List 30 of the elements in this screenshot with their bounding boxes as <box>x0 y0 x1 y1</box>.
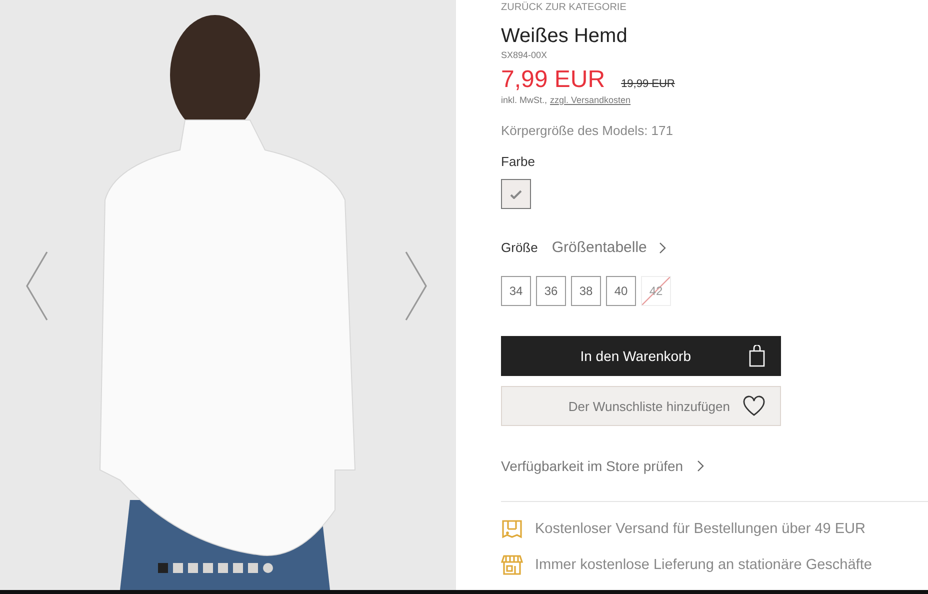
wishlist-button[interactable]: Der Wunschliste hinzufügen <box>501 386 781 426</box>
product-sku: SX894-00X <box>501 50 548 60</box>
package-icon <box>501 518 523 540</box>
tax-note: inkl. MwSt., <box>501 95 548 105</box>
size-chart-link[interactable]: Größentabelle <box>552 239 666 256</box>
check-icon <box>510 190 522 198</box>
size-option[interactable]: 38 <box>571 276 601 306</box>
price: 7,99 EUR <box>501 66 606 94</box>
color-swatch[interactable] <box>501 179 531 209</box>
old-price: 19,99 EUR <box>621 78 675 90</box>
chevron-left-icon[interactable] <box>25 250 49 322</box>
size-label: Größe <box>501 240 538 255</box>
benefit-text: Kostenloser Versand für Bestellungen über 49 EUR <box>535 521 866 537</box>
chevron-right-icon <box>697 460 704 472</box>
color-label: Farbe <box>501 154 535 169</box>
product-title: Weißes Hemd <box>501 25 628 48</box>
size-option[interactable]: 36 <box>536 276 566 306</box>
chevron-right-icon <box>658 242 666 254</box>
store-availability-link[interactable]: Verfügbarkeit im Store prüfen <box>501 458 704 474</box>
back-link[interactable]: ZURÜCK ZUR KATEGORIE <box>501 2 626 13</box>
shopping-bag-icon <box>749 345 765 367</box>
add-to-cart-button[interactable]: In den Warenkorb <box>501 336 781 376</box>
model-height: Körpergröße des Models: 171 <box>501 123 673 138</box>
shipping-link[interactable]: zzgl. Versandkosten <box>550 95 631 105</box>
storefront-icon <box>501 554 523 576</box>
benefit-text: Immer kostenlose Lieferung an stationäre Geschäfte <box>535 557 872 573</box>
size-option[interactable]: 40 <box>606 276 636 306</box>
heart-icon <box>742 395 766 417</box>
size-option[interactable]: 34 <box>501 276 531 306</box>
chevron-right-icon[interactable] <box>404 250 428 322</box>
